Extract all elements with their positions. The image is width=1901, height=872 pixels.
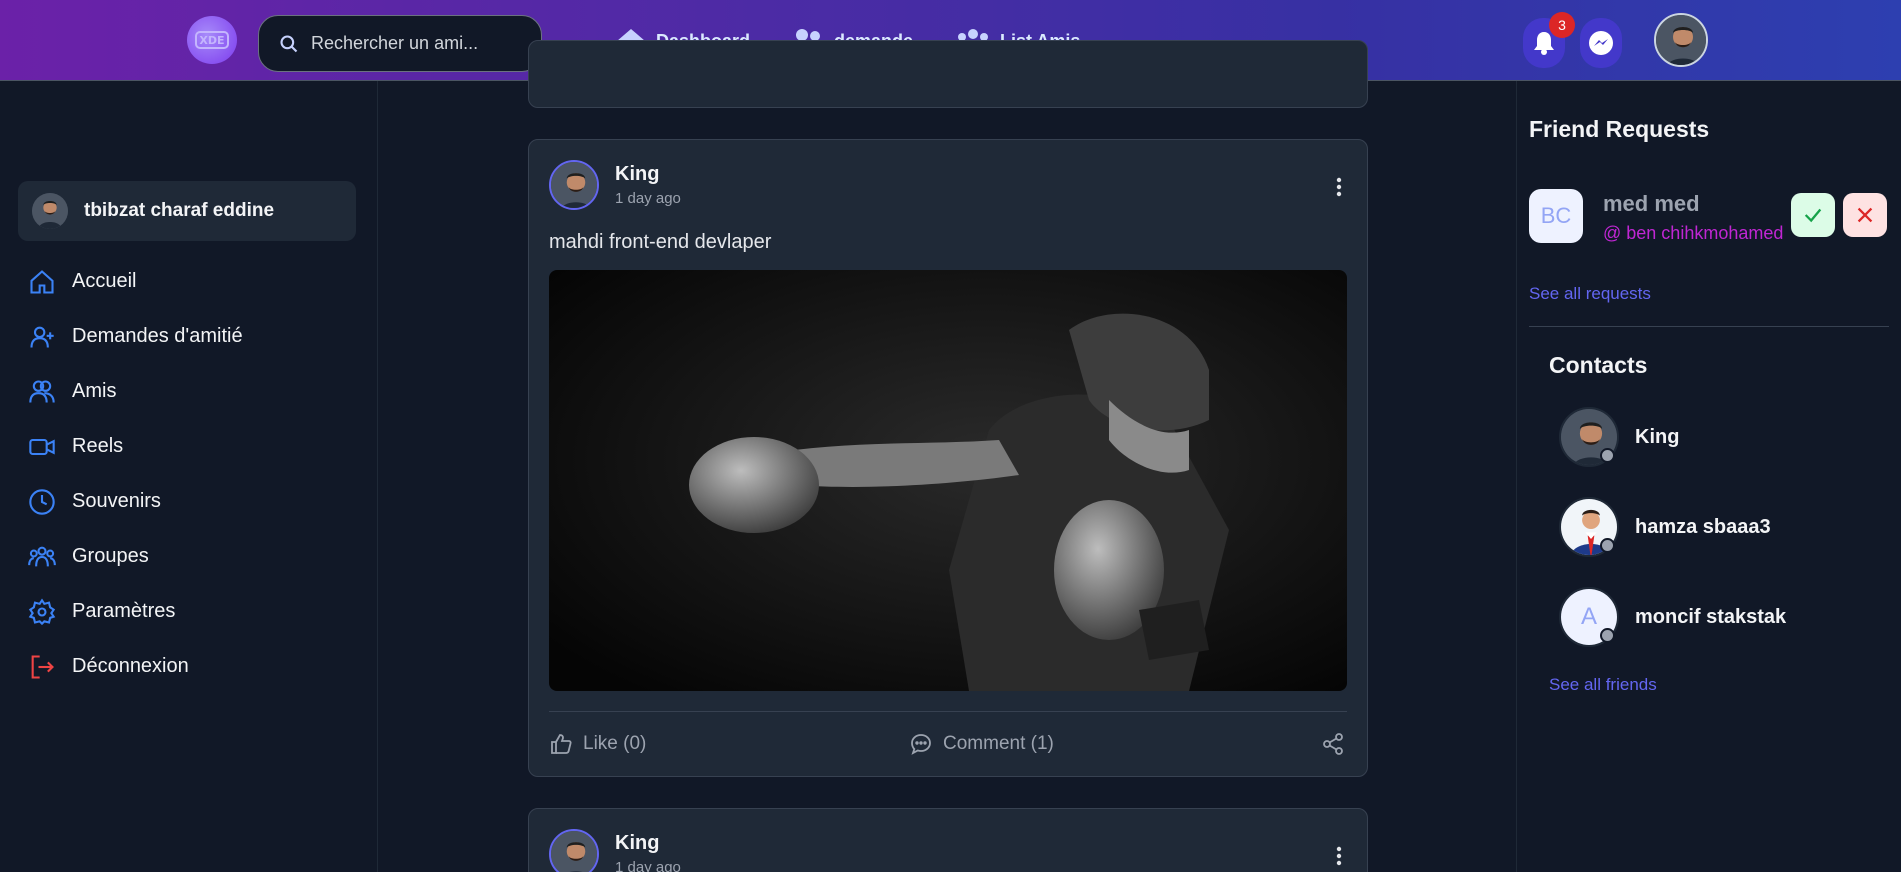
post-card: King 1 day ago mahdi front-end devlaper … <box>528 139 1368 777</box>
search-input[interactable] <box>311 33 531 54</box>
post-time: 1 day ago <box>615 190 681 207</box>
video-icon <box>29 438 55 455</box>
sidebar-item-label: Groupes <box>72 545 149 567</box>
search-bar[interactable] <box>258 15 542 72</box>
post-author[interactable]: King <box>615 832 681 855</box>
messenger-icon <box>1589 31 1613 55</box>
status-dot <box>1600 628 1615 643</box>
comment-button[interactable]: Comment (1) <box>909 732 1054 756</box>
sidebar-item-deconnexion[interactable]: Déconnexion <box>28 639 358 694</box>
post-text: mahdi front-end devlaper <box>549 231 772 253</box>
logout-icon <box>31 654 54 679</box>
group-icon <box>28 546 56 566</box>
notifications-button[interactable]: 3 <box>1523 12 1575 68</box>
post-card-previous <box>528 40 1368 108</box>
contact-name: hamza sbaaa3 <box>1635 515 1771 538</box>
more-options-icon[interactable] <box>1335 845 1343 867</box>
see-all-requests-link[interactable]: See all requests <box>1529 284 1651 304</box>
app-logo[interactable]: XDE <box>187 16 237 64</box>
left-sidebar: tbibzat charaf eddine Accueil Demandes d… <box>0 81 378 872</box>
sidebar-item-label: Amis <box>72 380 117 402</box>
divider <box>1529 326 1889 327</box>
share-icon <box>1323 733 1343 755</box>
like-button[interactable]: Like (0) <box>549 732 646 756</box>
friend-requests-title: Friend Requests <box>1529 116 1710 142</box>
author-avatar[interactable] <box>549 829 599 872</box>
sidebar-item-label: Accueil <box>72 270 137 292</box>
post-actions: Like (0) Comment (1) <box>549 711 1347 776</box>
post-header: King 1 day ago <box>549 160 681 210</box>
contact-name: moncif stakstak <box>1635 605 1787 628</box>
sidebar-item-label: Souvenirs <box>72 490 161 512</box>
post-author[interactable]: King <box>615 163 681 186</box>
status-dot <box>1600 538 1615 553</box>
contact-name: King <box>1635 425 1680 448</box>
sidebar-menu: Accueil Demandes d'amitié Amis Reels Sou… <box>28 254 358 694</box>
profile-link[interactable]: tbibzat charaf eddine <box>18 181 356 241</box>
author-avatar[interactable] <box>549 160 599 210</box>
sidebar-item-label: Paramètres <box>72 600 176 622</box>
like-label: Like (0) <box>583 733 647 754</box>
post-time: 1 day ago <box>615 859 681 872</box>
more-options-icon[interactable] <box>1335 176 1343 198</box>
reject-request-button[interactable] <box>1843 193 1887 237</box>
contacts-title: Contacts <box>1549 352 1648 378</box>
notification-badge: 3 <box>1549 12 1575 38</box>
sidebar-item-demandes[interactable]: Demandes d'amitié <box>28 309 358 364</box>
post-image[interactable] <box>549 270 1347 691</box>
gear-icon <box>28 597 56 625</box>
bell-icon <box>1534 32 1554 55</box>
sidebar-item-parametres[interactable]: Paramètres <box>28 584 358 639</box>
sidebar-item-souvenirs[interactable]: Souvenirs <box>28 474 358 529</box>
thumbs-up-icon <box>551 734 572 754</box>
post-card-next: King 1 day ago <box>528 808 1368 872</box>
check-icon <box>1804 208 1822 223</box>
user-plus-icon <box>30 326 54 348</box>
status-dot <box>1600 448 1615 463</box>
clock-icon <box>29 488 55 515</box>
avatar <box>1559 497 1619 557</box>
search-icon <box>280 34 298 52</box>
post-header: King 1 day ago <box>549 829 681 872</box>
right-sidebar: Friend Requests BC med med @ ben chihkmo… <box>1516 81 1901 872</box>
avatar <box>1559 407 1619 467</box>
see-all-friends-link[interactable]: See all friends <box>1549 675 1657 695</box>
sidebar-item-label: Reels <box>72 435 124 457</box>
contact-item[interactable]: hamza sbaaa3 <box>1559 497 1771 557</box>
profile-name: tbibzat charaf eddine <box>84 200 275 221</box>
close-icon <box>1857 207 1873 223</box>
contact-item[interactable]: A moncif stakstak <box>1559 587 1786 647</box>
sidebar-item-label: Déconnexion <box>72 655 189 677</box>
request-avatar[interactable]: BC <box>1529 189 1583 243</box>
sidebar-item-accueil[interactable]: Accueil <box>28 254 358 309</box>
sidebar-item-groupes[interactable]: Groupes <box>28 529 358 584</box>
user-avatar[interactable] <box>1654 13 1708 67</box>
accept-request-button[interactable] <box>1791 193 1835 237</box>
logo-mark: XDE <box>195 31 229 49</box>
avatar: A <box>1559 587 1619 647</box>
messenger-button[interactable] <box>1580 18 1622 68</box>
sidebar-item-label: Demandes d'amitié <box>72 325 243 347</box>
share-button[interactable] <box>1321 732 1345 756</box>
request-handle: @ ben chihkmohamed <box>1603 223 1784 243</box>
comment-icon <box>911 734 931 755</box>
contact-item[interactable]: King <box>1559 407 1679 467</box>
home-icon <box>30 269 54 294</box>
user-photo <box>1656 15 1706 65</box>
comment-label: Comment (1) <box>943 733 1054 754</box>
request-name[interactable]: med med <box>1603 191 1700 217</box>
sidebar-item-amis[interactable]: Amis <box>28 364 358 419</box>
avatar <box>32 193 68 229</box>
sidebar-item-reels[interactable]: Reels <box>28 419 358 474</box>
users-icon <box>29 379 55 403</box>
